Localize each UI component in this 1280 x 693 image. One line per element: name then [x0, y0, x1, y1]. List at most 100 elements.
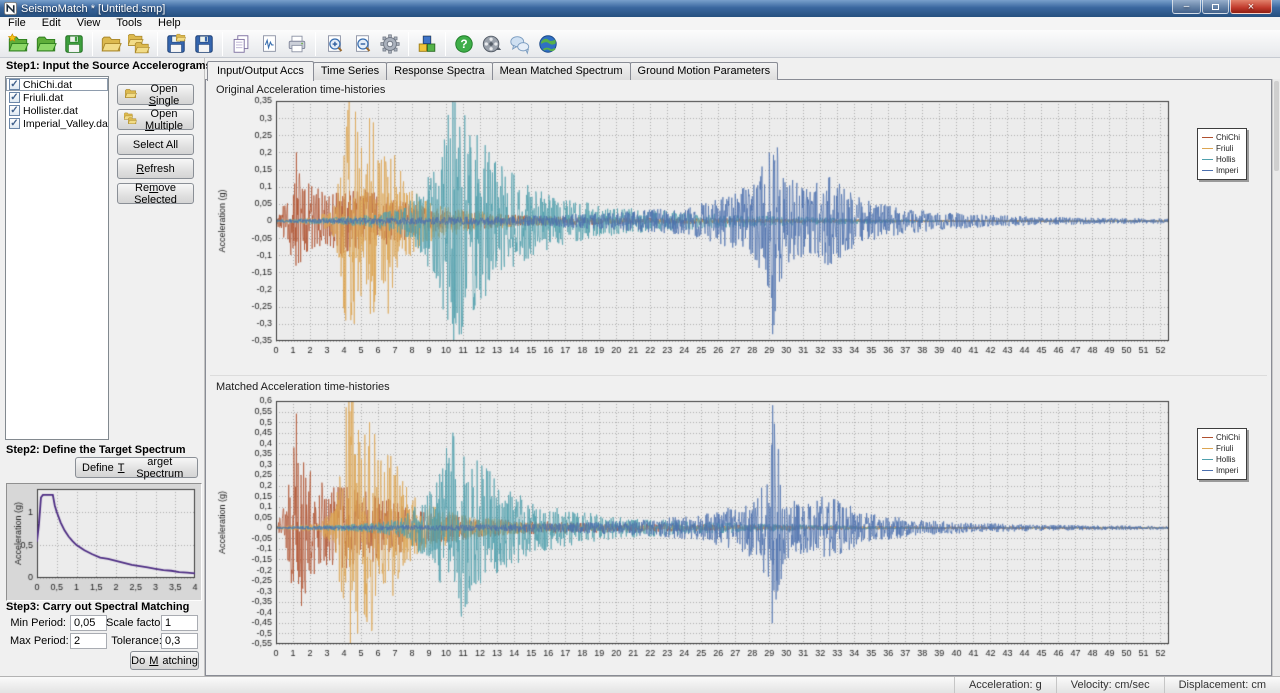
toolbar-components-button[interactable] [413, 31, 441, 57]
legend-item: Imperi [1202, 165, 1244, 176]
menu-file[interactable]: File [0, 17, 34, 30]
matched-chart-title: Matched Acceleration time-histories [216, 381, 390, 393]
accelerogram-list[interactable]: ✓ChiChi.dat✓Friuli.dat✓Hollister.dat✓Imp… [5, 76, 109, 440]
app-icon [4, 2, 17, 15]
min-period-input[interactable] [70, 615, 107, 631]
toolbar-accelerogram-preview-button[interactable] [255, 31, 283, 57]
legend-label: ChiChi [1216, 433, 1240, 442]
tolerance-input[interactable] [161, 633, 198, 649]
feedback-icon [509, 33, 531, 55]
toolbar-zoom-out-button[interactable] [348, 31, 376, 57]
folder-yellow-icon [124, 87, 137, 103]
menu-edit[interactable]: Edit [34, 17, 69, 30]
scale-factor-label: Scale factor: [106, 617, 162, 629]
checkbox-checked[interactable]: ✓ [9, 79, 20, 90]
tab-time-series[interactable]: Time Series [313, 62, 387, 80]
legend-line-swatch [1202, 159, 1213, 160]
legend-line-swatch [1202, 448, 1213, 449]
legend-label: Friuli [1216, 144, 1233, 153]
select-all-button[interactable]: Select All [117, 134, 194, 155]
toolbar-separator [408, 32, 409, 56]
toolbar-zoom-in-button[interactable] [320, 31, 348, 57]
copy-icon [230, 33, 252, 55]
toolbar: ? [0, 30, 1280, 58]
button-label: Select All [133, 139, 178, 151]
matched-chart-legend: ChiChiFriuliHollisImperi [1197, 428, 1247, 480]
toolbar-separator [222, 32, 223, 56]
menu-bar: FileEditViewToolsHelp [0, 17, 1280, 30]
target-spectrum-chart [7, 484, 201, 600]
button-label: Refresh [136, 163, 175, 175]
close-button[interactable]: × [1230, 0, 1272, 14]
checkbox-checked[interactable]: ✓ [9, 92, 20, 103]
restore-button[interactable] [1202, 0, 1229, 14]
menu-view[interactable]: View [69, 17, 109, 30]
open-multiple-button[interactable]: Open Multiple [117, 109, 194, 130]
components-icon [416, 33, 438, 55]
refresh-button[interactable]: Refresh [117, 158, 194, 179]
minimize-icon: – [1184, 2, 1190, 12]
tab-input-output-accs[interactable]: Input/Output Accs [207, 61, 314, 81]
checkbox-checked[interactable]: ✓ [9, 118, 20, 129]
toolbar-open-project-button[interactable] [32, 31, 60, 57]
save-all-icon [193, 33, 215, 55]
title-bar[interactable]: SeismoMatch * [Untitled.smp] – × [0, 0, 1280, 17]
toolbar-feedback-button[interactable] [506, 31, 534, 57]
open-project-icon [35, 33, 57, 55]
legend-item: ChiChi [1202, 432, 1244, 443]
toolbar-open-folders-button[interactable] [125, 31, 153, 57]
tab-ground-motion-parameters[interactable]: Ground Motion Parameters [630, 62, 779, 80]
print-icon [286, 33, 308, 55]
toolbar-print-button[interactable] [283, 31, 311, 57]
toolbar-video-tutorials-button[interactable] [478, 31, 506, 57]
accelerogram-list-item[interactable]: ✓ChiChi.dat [6, 78, 108, 91]
seismomatch-window: SeismoMatch * [Untitled.smp] – × FileEdi… [0, 0, 1280, 693]
legend-item: Hollis [1202, 454, 1244, 465]
menu-help[interactable]: Help [150, 17, 189, 30]
toolbar-open-folder-button[interactable] [97, 31, 125, 57]
legend-item: Friuli [1202, 143, 1244, 154]
original-accelerations-chart [211, 96, 1191, 368]
do-matching-button[interactable]: Do Matching [130, 651, 199, 670]
toolbar-save-all-button[interactable] [190, 31, 218, 57]
tab-mean-matched-spectrum[interactable]: Mean Matched Spectrum [492, 62, 631, 80]
website-icon [537, 33, 559, 55]
vertical-scrollbar[interactable] [1272, 79, 1280, 676]
original-chart-legend: ChiChiFriuliHollisImperi [1197, 128, 1247, 180]
toolbar-settings-button[interactable] [376, 31, 404, 57]
legend-item: Imperi [1202, 465, 1244, 476]
toolbar-copy-button[interactable] [227, 31, 255, 57]
video-tutorials-icon [481, 33, 503, 55]
accelerogram-file-name: ChiChi.dat [23, 79, 72, 91]
accelerogram-list-item[interactable]: ✓Imperial_Valley.dat [6, 117, 108, 130]
tolerance-label: Tolerance: [106, 635, 162, 647]
toolbar-website-button[interactable] [534, 31, 562, 57]
open-single-button[interactable]: Open Single [117, 84, 194, 105]
menu-tools[interactable]: Tools [108, 17, 150, 30]
accelerogram-file-name: Friuli.dat [23, 92, 63, 104]
toolbar-save-as-button[interactable] [162, 31, 190, 57]
tab-response-spectra[interactable]: Response Spectra [386, 62, 493, 80]
accelerogram-list-item[interactable]: ✓Hollister.dat [6, 104, 108, 117]
status-velocity-units: Velocity: cm/sec [1056, 677, 1164, 693]
remove-selected-button[interactable]: Remove Selected [117, 183, 194, 204]
toolbar-help-button[interactable]: ? [450, 31, 478, 57]
scrollbar-thumb[interactable] [1274, 81, 1279, 171]
minimize-button[interactable]: – [1172, 0, 1201, 14]
zoom-in-icon [323, 33, 345, 55]
sidebar: Step1: Input the Source Accelerograms ✓C… [0, 58, 205, 676]
accelerogram-list-item[interactable]: ✓Friuli.dat [6, 91, 108, 104]
max-period-input[interactable] [70, 633, 107, 649]
svg-text:?: ? [460, 37, 467, 51]
accelerogram-file-name: Hollister.dat [23, 105, 78, 117]
step1-title: Step1: Input the Source Accelerograms [6, 60, 212, 72]
legend-line-swatch [1202, 470, 1213, 471]
tab-strip: Input/Output AccsTime SeriesResponse Spe… [207, 62, 777, 80]
define-target-spectrum-button[interactable]: Define Target Spectrum [75, 457, 198, 478]
settings-icon [379, 33, 401, 55]
scale-factor-input[interactable] [161, 615, 198, 631]
restore-icon [1212, 4, 1219, 10]
toolbar-new-project-button[interactable] [4, 31, 32, 57]
checkbox-checked[interactable]: ✓ [9, 105, 20, 116]
toolbar-save-project-button[interactable] [60, 31, 88, 57]
